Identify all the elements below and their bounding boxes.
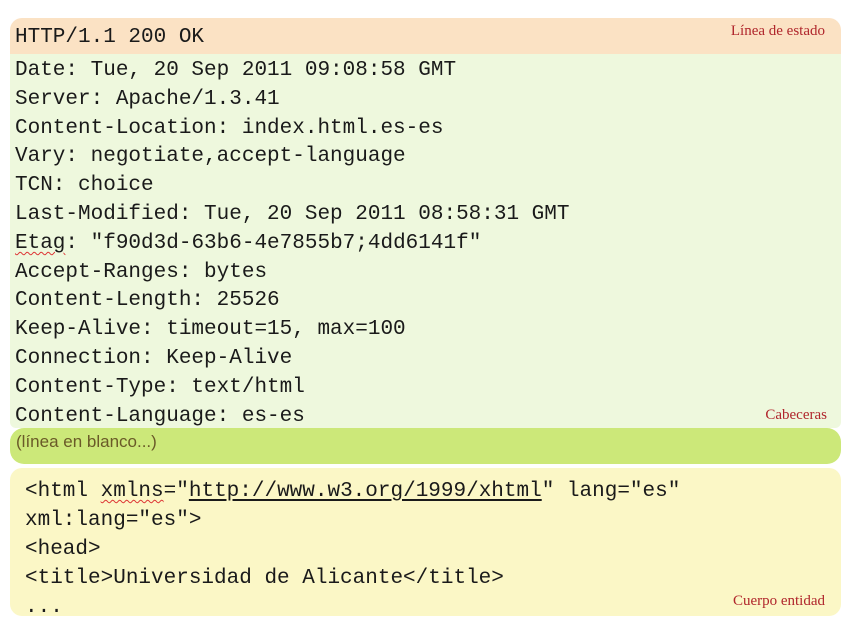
body-line-html: <html xmlns="http://www.w3.org/1999/xhtm…	[25, 477, 841, 506]
xmlns-attr: xmlns	[100, 480, 164, 503]
header-line-accept-ranges: Accept-Ranges: bytes	[15, 260, 268, 284]
header-line-tcn: TCN: choice	[15, 174, 154, 198]
header-line-content-location: Content-Location: index.html.es-es	[15, 116, 444, 140]
header-line-content-type: Content-Type: text/html	[15, 375, 305, 399]
status-line-section: HTTP/1.1 200 OK Línea de estado	[10, 18, 841, 54]
body-line-ellipsis: ...	[25, 596, 63, 619]
xmlns-url: http://www.w3.org/1999/xhtml	[188, 480, 542, 503]
blank-line-text: (línea en blanco...)	[16, 432, 157, 451]
header-line-last-modified: Last-Modified: Tue, 20 Sep 2011 08:58:31…	[15, 202, 570, 226]
etag-value: : "f90d3d-63b6-4e7855b7;4dd6141f"	[65, 231, 482, 255]
header-line-vary: Vary: negotiate,accept-language	[15, 145, 406, 169]
header-line-content-length: Content-Length: 25526	[15, 289, 280, 313]
etag-name: Etag	[15, 231, 66, 255]
status-line-tag: Línea de estado	[730, 23, 825, 39]
header-line-date: Date: Tue, 20 Sep 2011 09:08:58 GMT	[15, 59, 457, 82]
header-line-etag: Etag: "f90d3d-63b6-4e7855b7;4dd6141f"	[15, 230, 841, 259]
headers-tag: Cabeceras	[765, 407, 827, 423]
body-line-title: <title>Universidad de Alicante</title>	[25, 567, 504, 590]
headers-section: Date: Tue, 20 Sep 2011 09:08:58 GMT Serv…	[10, 54, 841, 428]
blank-line-section: (línea en blanco...)	[10, 428, 841, 464]
header-line-server: Server: Apache/1.3.41	[15, 87, 280, 111]
html-tag-end: " lang="es"	[541, 480, 681, 503]
entity-body-tag: Cuerpo entidad	[732, 593, 825, 609]
html-tag-open: <html	[25, 480, 101, 503]
body-line-head: <head>	[25, 538, 101, 561]
header-line-keep-alive: Keep-Alive: timeout=15, max=100	[15, 318, 406, 342]
entity-body-section: <html xmlns="http://www.w3.org/1999/xhtm…	[10, 468, 841, 619]
status-line: HTTP/1.1 200 OK	[15, 26, 205, 49]
xmlns-eq: ="	[163, 480, 189, 503]
body-line-xml-lang: xml:lang="es">	[25, 509, 202, 532]
header-line-connection: Connection: Keep-Alive	[15, 346, 293, 370]
